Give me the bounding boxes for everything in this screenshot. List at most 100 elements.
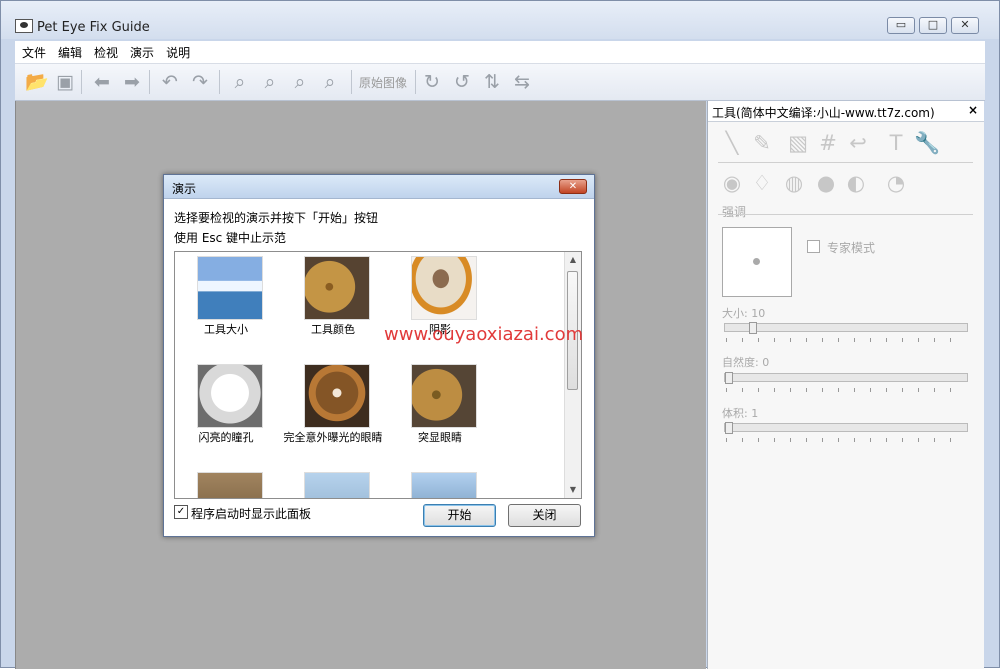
zoom-in-icon[interactable]: ⌕: [229, 71, 251, 93]
cat-thumbnail: [304, 256, 370, 320]
toolbar: 📂 ▣ ⬅ ➡ ↶ ↷ ⌕ ⌕ ⌕ ⌕ 原始图像 ↻ ↺ ⇅ ⇆: [15, 64, 985, 101]
forward-arrow-icon[interactable]: ➡: [121, 71, 143, 93]
open-folder-icon[interactable]: 📂: [25, 71, 49, 93]
size-slider[interactable]: [724, 322, 968, 334]
naturalness-label: 自然度: 0: [722, 356, 770, 369]
tool-panel-close-button[interactable]: ×: [968, 103, 978, 117]
toolbar-separator: [81, 70, 82, 94]
scroll-down-arrow-icon[interactable]: ▼: [565, 482, 581, 498]
wrench-tool-icon[interactable]: 🔧: [914, 131, 940, 155]
tool-panel: 工具(简体中文编译:小山-www.tt7z.com) × ╲ ✎ ▧ # ↩ T…: [707, 101, 984, 669]
demo-item-partial-3[interactable]: [389, 470, 489, 498]
minimize-button[interactable]: ▭: [887, 17, 915, 34]
cat-thumbnail: [411, 364, 477, 428]
dog-thumbnail: [411, 256, 477, 320]
start-button[interactable]: 开始: [423, 504, 496, 527]
naturalness-slider[interactable]: [724, 372, 968, 384]
emphasis-section-label: 强调: [722, 205, 747, 219]
eye-tool-icon[interactable]: ◉: [720, 171, 744, 195]
close-window-button[interactable]: ✕: [951, 17, 979, 34]
demo-instruction-2: 使用 Esc 键中止示范: [174, 231, 287, 245]
zoom-actual-icon[interactable]: ⌕: [319, 71, 341, 93]
demo-item-overexposed-eyes[interactable]: 完全意外曝光的眼睛: [282, 362, 383, 467]
rotate-cw-icon[interactable]: ↻: [421, 71, 443, 93]
demo-dialog-titlebar: 演示 ✕: [164, 175, 594, 199]
side-eye-icon[interactable]: ◔: [884, 171, 908, 195]
brush-tool-icon[interactable]: ╲: [720, 131, 744, 155]
palette-icon[interactable]: ◍: [782, 171, 806, 195]
maximize-button[interactable]: □: [919, 17, 947, 34]
flip-vertical-icon[interactable]: ⇅: [481, 71, 503, 93]
checkmark-icon: ✓: [176, 506, 186, 517]
naturalness-slider-ticks: [726, 388, 964, 392]
emphasis-divider: [718, 214, 973, 215]
animal-thumbnail: [197, 472, 263, 498]
scroll-up-arrow-icon[interactable]: ▲: [565, 252, 581, 268]
demo-item-shiny-pupil[interactable]: 闪亮的瞳孔: [175, 362, 275, 467]
volume-slider-thumb[interactable]: [725, 422, 733, 434]
demo-item-label: 完全意外曝光的眼睛: [283, 431, 383, 444]
expert-mode-label: 专家模式: [827, 241, 876, 255]
size-label: 大小: 10: [722, 307, 766, 320]
brush-preview: [722, 227, 792, 297]
size-slider-thumb[interactable]: [748, 322, 757, 334]
pen-tool-icon[interactable]: ✎: [750, 131, 774, 155]
puppy-thumbnail: [304, 364, 370, 428]
demo-dialog-title: 演示: [172, 182, 197, 196]
demo-item-highlight-eyes[interactable]: 突显眼睛: [389, 362, 489, 467]
demo-item-label: 闪亮的瞳孔: [198, 431, 254, 444]
demo-item-label: 工具颜色: [311, 323, 355, 336]
pupil-icon[interactable]: ●: [814, 171, 838, 195]
undo-icon[interactable]: ↶: [159, 71, 181, 93]
demo-item-partial-2[interactable]: [282, 470, 382, 498]
show-on-startup-checkbox[interactable]: ✓: [174, 505, 188, 519]
expert-mode-checkbox[interactable]: [807, 240, 820, 253]
main-window: Pet Eye Fix Guide ▭ □ ✕ 文件 编辑 检视 演示 说明 📂 ▣ ⬅…: [0, 0, 1000, 669]
cat-eye-icon[interactable]: ◐: [844, 171, 868, 195]
watermark-text: www.ouyaoxiazai.com: [384, 324, 584, 345]
thumbnail-scrollbar[interactable]: ▲ ▼: [564, 252, 581, 498]
save-icon[interactable]: ▣: [54, 71, 76, 93]
pet-eye-app-icon: [15, 19, 33, 33]
text-tool-icon[interactable]: T: [884, 131, 908, 155]
zoom-fit-icon[interactable]: ⌕: [289, 71, 311, 93]
brush-preview-dot: [753, 258, 760, 265]
demo-thumbnail-list[interactable]: 工具大小 工具颜色 阴影 闪亮的瞳孔 完全意外曝光的眼睛 突显眼睛 ▲ ▼: [174, 251, 582, 499]
show-on-startup-label: 程序启动时显示此面板: [191, 507, 312, 521]
menu-help[interactable]: 说明: [159, 41, 195, 61]
close-dialog-button[interactable]: 关闭: [508, 504, 581, 527]
landscape-thumbnail: [304, 472, 370, 498]
volume-slider[interactable]: [724, 422, 968, 434]
undo-tool-icon[interactable]: ↩: [846, 131, 870, 155]
volume-label: 体积: 1: [722, 407, 759, 420]
toolbar-separator: [415, 70, 416, 94]
waves-thumbnail: [197, 256, 263, 320]
menu-view[interactable]: 检视: [87, 41, 123, 61]
zoom-out-icon[interactable]: ⌕: [259, 71, 281, 93]
toolbar-separator: [219, 70, 220, 94]
demo-item-partial-1[interactable]: [175, 470, 275, 498]
demo-dialog-close-button[interactable]: ✕: [559, 179, 587, 194]
demo-item-tool-size[interactable]: 工具大小: [175, 254, 275, 359]
crop-tool-icon[interactable]: ▧: [786, 131, 810, 155]
flip-horizontal-icon[interactable]: ⇆: [511, 71, 533, 93]
tool-panel-title: 工具(简体中文编译:小山-www.tt7z.com): [712, 106, 935, 120]
demo-item-tool-color[interactable]: 工具颜色: [282, 254, 382, 359]
menu-file[interactable]: 文件: [15, 41, 51, 61]
redo-icon[interactable]: ↷: [189, 71, 211, 93]
demo-instruction-1: 选择要检视的演示并按下「开始」按钮: [174, 211, 379, 225]
original-image-button[interactable]: 原始图像: [359, 74, 407, 91]
sky-thumbnail: [411, 472, 477, 498]
volume-slider-ticks: [726, 438, 964, 442]
menu-bar: 文件 编辑 检视 演示 说明: [15, 41, 985, 64]
menu-edit[interactable]: 编辑: [51, 41, 87, 61]
tool-panel-header: 工具(简体中文编译:小山-www.tt7z.com) ×: [708, 101, 984, 122]
rotate-ccw-icon[interactable]: ↺: [451, 71, 473, 93]
menu-demo[interactable]: 演示: [123, 41, 159, 61]
back-arrow-icon[interactable]: ⬅: [91, 71, 113, 93]
naturalness-slider-thumb[interactable]: [725, 372, 733, 384]
light-bulb-icon[interactable]: ♢: [750, 171, 774, 195]
toolbar-separator: [149, 70, 150, 94]
grid-tool-icon[interactable]: #: [816, 131, 840, 155]
white-cat-thumbnail: [197, 364, 263, 428]
